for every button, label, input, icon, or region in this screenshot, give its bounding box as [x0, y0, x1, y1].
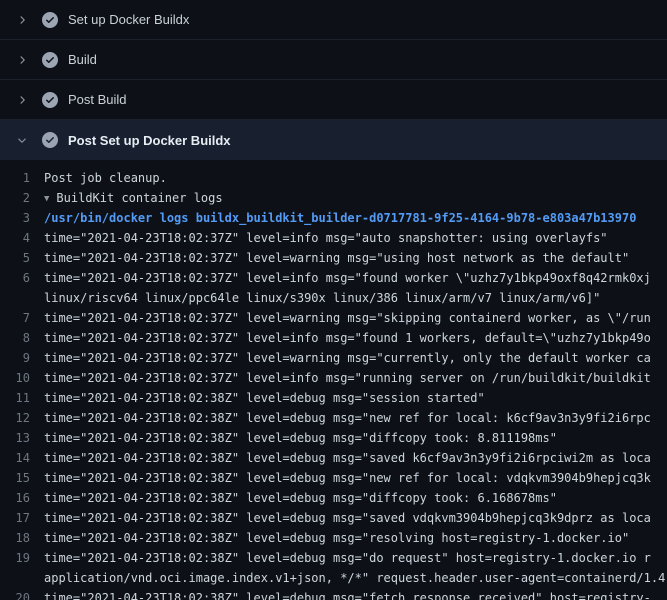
- log-line: 10 time="2021-04-23T18:02:37Z" level=inf…: [0, 368, 667, 388]
- step-label: Post Build: [68, 92, 127, 107]
- log-text: time="2021-04-23T18:02:37Z" level=warnin…: [44, 348, 667, 368]
- log-panel: 1 Post job cleanup. 2 ▼BuildKit containe…: [0, 160, 667, 600]
- log-text: linux/riscv64 linux/ppc64le linux/s390x …: [44, 288, 667, 308]
- line-number[interactable]: 1: [0, 168, 44, 188]
- step-row[interactable]: Set up Docker Buildx: [0, 0, 667, 40]
- log-line: 11 time="2021-04-23T18:02:38Z" level=deb…: [0, 388, 667, 408]
- log-text: time="2021-04-23T18:02:38Z" level=debug …: [44, 508, 667, 528]
- check-circle-icon: [42, 52, 58, 68]
- line-number[interactable]: 19: [0, 548, 44, 568]
- log-line: 6 time="2021-04-23T18:02:37Z" level=info…: [0, 268, 667, 288]
- line-number[interactable]: 2: [0, 188, 44, 208]
- log-line: 3 /usr/bin/docker logs buildx_buildkit_b…: [0, 208, 667, 228]
- line-number[interactable]: 18: [0, 528, 44, 548]
- steps-list: Set up Docker Buildx Build Post Build: [0, 0, 667, 160]
- line-number[interactable]: 14: [0, 448, 44, 468]
- log-text: time="2021-04-23T18:02:38Z" level=debug …: [44, 588, 667, 600]
- log-text: time="2021-04-23T18:02:37Z" level=info m…: [44, 368, 667, 388]
- check-circle-icon: [42, 12, 58, 28]
- log-line: 13 time="2021-04-23T18:02:38Z" level=deb…: [0, 428, 667, 448]
- line-number[interactable]: 20: [0, 588, 44, 600]
- log-text: /usr/bin/docker logs buildx_buildkit_bui…: [44, 208, 667, 228]
- log-text: time="2021-04-23T18:02:38Z" level=debug …: [44, 488, 667, 508]
- log-text: time="2021-04-23T18:02:38Z" level=debug …: [44, 468, 667, 488]
- line-number[interactable]: 17: [0, 508, 44, 528]
- log-line: application/vnd.oci.image.index.v1+json,…: [0, 568, 667, 588]
- log-line: linux/riscv64 linux/ppc64le linux/s390x …: [0, 288, 667, 308]
- line-number[interactable]: 9: [0, 348, 44, 368]
- line-number[interactable]: 8: [0, 328, 44, 348]
- log-line: 4 time="2021-04-23T18:02:37Z" level=info…: [0, 228, 667, 248]
- log-text: time="2021-04-23T18:02:37Z" level=info m…: [44, 268, 667, 288]
- log-text: ▼BuildKit container logs: [44, 188, 667, 208]
- line-number[interactable]: 3: [0, 208, 44, 228]
- log-line: 9 time="2021-04-23T18:02:37Z" level=warn…: [0, 348, 667, 368]
- line-number: [0, 568, 44, 588]
- step-label: Build: [68, 52, 97, 67]
- log-text: time="2021-04-23T18:02:38Z" level=debug …: [44, 528, 667, 548]
- line-number[interactable]: 4: [0, 228, 44, 248]
- line-number[interactable]: 11: [0, 388, 44, 408]
- line-number[interactable]: 10: [0, 368, 44, 388]
- line-number[interactable]: 12: [0, 408, 44, 428]
- log-line: 5 time="2021-04-23T18:02:37Z" level=warn…: [0, 248, 667, 268]
- step-label: Post Set up Docker Buildx: [68, 133, 231, 148]
- log-line: 8 time="2021-04-23T18:02:37Z" level=info…: [0, 328, 667, 348]
- log-line: 18 time="2021-04-23T18:02:38Z" level=deb…: [0, 528, 667, 548]
- log-text: time="2021-04-23T18:02:38Z" level=debug …: [44, 548, 667, 568]
- log-line: 1 Post job cleanup.: [0, 168, 667, 188]
- check-circle-icon: [42, 132, 58, 148]
- log-text: time="2021-04-23T18:02:38Z" level=debug …: [44, 408, 667, 428]
- step-row[interactable]: Post Build: [0, 80, 667, 120]
- line-number: [0, 288, 44, 308]
- log-line: 16 time="2021-04-23T18:02:38Z" level=deb…: [0, 488, 667, 508]
- log-text: time="2021-04-23T18:02:37Z" level=warnin…: [44, 248, 667, 268]
- log-text: time="2021-04-23T18:02:38Z" level=debug …: [44, 388, 667, 408]
- line-number[interactable]: 5: [0, 248, 44, 268]
- actions-log-viewer: Set up Docker Buildx Build Post Build: [0, 0, 667, 600]
- step-row[interactable]: Post Set up Docker Buildx: [0, 120, 667, 160]
- step-row[interactable]: Build: [0, 40, 667, 80]
- log-line: 12 time="2021-04-23T18:02:38Z" level=deb…: [0, 408, 667, 428]
- log-line: 7 time="2021-04-23T18:02:37Z" level=warn…: [0, 308, 667, 328]
- log-line: 14 time="2021-04-23T18:02:38Z" level=deb…: [0, 448, 667, 468]
- log-line: 19 time="2021-04-23T18:02:38Z" level=deb…: [0, 548, 667, 568]
- log-line: 15 time="2021-04-23T18:02:38Z" level=deb…: [0, 468, 667, 488]
- chevron-right-icon[interactable]: [14, 52, 30, 68]
- line-number[interactable]: 7: [0, 308, 44, 328]
- log-text: time="2021-04-23T18:02:38Z" level=debug …: [44, 448, 667, 468]
- log-text: time="2021-04-23T18:02:38Z" level=debug …: [44, 428, 667, 448]
- log-text: Post job cleanup.: [44, 168, 667, 188]
- check-circle-icon: [42, 92, 58, 108]
- line-number[interactable]: 15: [0, 468, 44, 488]
- log-line: 17 time="2021-04-23T18:02:38Z" level=deb…: [0, 508, 667, 528]
- chevron-down-icon[interactable]: [14, 132, 30, 148]
- group-toggle-icon[interactable]: ▼: [44, 189, 49, 208]
- log-line: 20 time="2021-04-23T18:02:38Z" level=deb…: [0, 588, 667, 600]
- log-text: time="2021-04-23T18:02:37Z" level=info m…: [44, 328, 667, 348]
- log-text: time="2021-04-23T18:02:37Z" level=info m…: [44, 228, 667, 248]
- line-number[interactable]: 13: [0, 428, 44, 448]
- chevron-right-icon[interactable]: [14, 12, 30, 28]
- log-line[interactable]: 2 ▼BuildKit container logs: [0, 188, 667, 208]
- log-text: application/vnd.oci.image.index.v1+json,…: [44, 568, 667, 588]
- line-number[interactable]: 6: [0, 268, 44, 288]
- chevron-right-icon[interactable]: [14, 92, 30, 108]
- step-label: Set up Docker Buildx: [68, 12, 189, 27]
- log-text: time="2021-04-23T18:02:37Z" level=warnin…: [44, 308, 667, 328]
- line-number[interactable]: 16: [0, 488, 44, 508]
